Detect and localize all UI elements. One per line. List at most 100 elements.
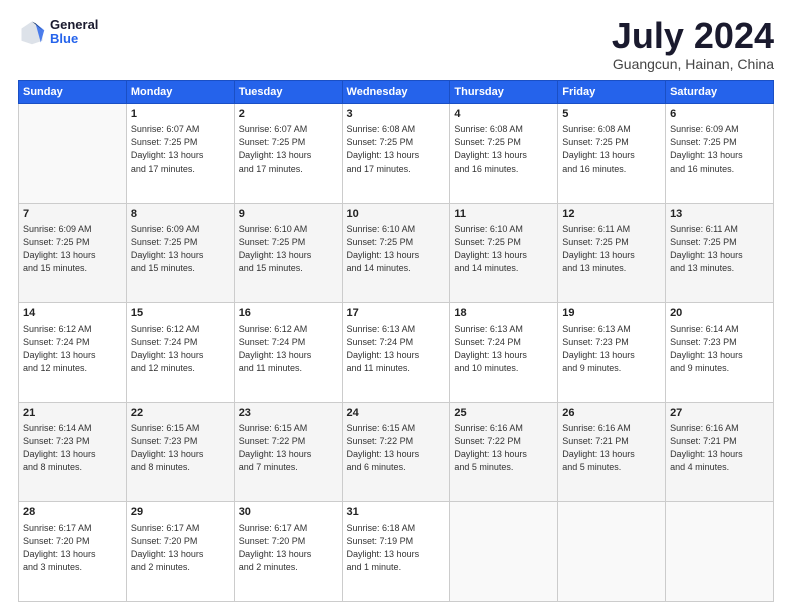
day-number: 7 [23, 207, 122, 222]
week-row-2: 7Sunrise: 6:09 AM Sunset: 7:25 PM Daylig… [19, 203, 774, 303]
day-info: Sunrise: 6:12 AM Sunset: 7:24 PM Dayligh… [131, 323, 230, 375]
day-number: 29 [131, 505, 230, 520]
calendar-body: 1Sunrise: 6:07 AM Sunset: 7:25 PM Daylig… [19, 104, 774, 602]
day-info: Sunrise: 6:08 AM Sunset: 7:25 PM Dayligh… [562, 123, 661, 175]
day-info: Sunrise: 6:16 AM Sunset: 7:21 PM Dayligh… [562, 422, 661, 474]
day-number: 28 [23, 505, 122, 520]
day-info: Sunrise: 6:10 AM Sunset: 7:25 PM Dayligh… [347, 223, 446, 275]
day-info: Sunrise: 6:11 AM Sunset: 7:25 PM Dayligh… [562, 223, 661, 275]
day-number: 3 [347, 107, 446, 122]
day-info: Sunrise: 6:11 AM Sunset: 7:25 PM Dayligh… [670, 223, 769, 275]
logo-icon [18, 18, 46, 46]
day-info: Sunrise: 6:08 AM Sunset: 7:25 PM Dayligh… [454, 123, 553, 175]
day-cell: 9Sunrise: 6:10 AM Sunset: 7:25 PM Daylig… [234, 203, 342, 303]
day-info: Sunrise: 6:13 AM Sunset: 7:23 PM Dayligh… [562, 323, 661, 375]
day-cell: 26Sunrise: 6:16 AM Sunset: 7:21 PM Dayli… [558, 402, 666, 502]
day-cell: 23Sunrise: 6:15 AM Sunset: 7:22 PM Dayli… [234, 402, 342, 502]
day-number: 27 [670, 406, 769, 421]
day-info: Sunrise: 6:17 AM Sunset: 7:20 PM Dayligh… [239, 522, 338, 574]
day-info: Sunrise: 6:14 AM Sunset: 7:23 PM Dayligh… [670, 323, 769, 375]
day-number: 31 [347, 505, 446, 520]
day-cell: 5Sunrise: 6:08 AM Sunset: 7:25 PM Daylig… [558, 104, 666, 204]
day-cell: 10Sunrise: 6:10 AM Sunset: 7:25 PM Dayli… [342, 203, 450, 303]
title-block: July 2024 Guangcun, Hainan, China [612, 18, 774, 72]
day-info: Sunrise: 6:17 AM Sunset: 7:20 PM Dayligh… [23, 522, 122, 574]
day-cell [450, 502, 558, 602]
day-number: 12 [562, 207, 661, 222]
day-info: Sunrise: 6:10 AM Sunset: 7:25 PM Dayligh… [239, 223, 338, 275]
day-cell: 20 Sunrise: 6:14 AM Sunset: 7:23 PM Dayli… [666, 303, 774, 403]
day-cell: 30Sunrise: 6:17 AM Sunset: 7:20 PM Dayli… [234, 502, 342, 602]
day-number: 14 [23, 306, 122, 321]
day-info: Sunrise: 6:08 AM Sunset: 7:25 PM Dayligh… [347, 123, 446, 175]
day-cell: 27Sunrise: 6:16 AM Sunset: 7:21 PM Dayli… [666, 402, 774, 502]
day-cell: 13Sunrise: 6:11 AM Sunset: 7:25 PM Dayli… [666, 203, 774, 303]
day-number: 6 [670, 107, 769, 122]
calendar-table: Sunday Monday Tuesday Wednesday Thursday… [18, 80, 774, 602]
day-number: 4 [454, 107, 553, 122]
day-info: Sunrise: 6:12 AM Sunset: 7:24 PM Dayligh… [23, 323, 122, 375]
day-number: 21 [23, 406, 122, 421]
day-info: Sunrise: 6:14 AM Sunset: 7:23 PM Dayligh… [23, 422, 122, 474]
header-row: Sunday Monday Tuesday Wednesday Thursday… [19, 81, 774, 104]
col-tuesday: Tuesday [234, 81, 342, 104]
day-cell: 4Sunrise: 6:08 AM Sunset: 7:25 PM Daylig… [450, 104, 558, 204]
day-cell: 1Sunrise: 6:07 AM Sunset: 7:25 PM Daylig… [126, 104, 234, 204]
day-cell: 12Sunrise: 6:11 AM Sunset: 7:25 PM Dayli… [558, 203, 666, 303]
day-cell: 18 Sunrise: 6:13 AM Sunset: 7:24 PM Dayli… [450, 303, 558, 403]
day-info: Sunrise: 6:07 AM Sunset: 7:25 PM Dayligh… [131, 123, 230, 175]
col-friday: Friday [558, 81, 666, 104]
day-cell [558, 502, 666, 602]
day-info: Sunrise: 6:09 AM Sunset: 7:25 PM Dayligh… [23, 223, 122, 275]
month-title: July 2024 [612, 18, 774, 54]
day-cell: 25Sunrise: 6:16 AM Sunset: 7:22 PM Dayli… [450, 402, 558, 502]
col-wednesday: Wednesday [342, 81, 450, 104]
day-info: Sunrise: 6:15 AM Sunset: 7:22 PM Dayligh… [239, 422, 338, 474]
day-info: Sunrise: 6:16 AM Sunset: 7:22 PM Dayligh… [454, 422, 553, 474]
day-info: Sunrise: 6:07 AM Sunset: 7:25 PM Dayligh… [239, 123, 338, 175]
day-number: 1 [131, 107, 230, 122]
week-row-5: 28 Sunrise: 6:17 AM Sunset: 7:20 PM Dayli… [19, 502, 774, 602]
day-number: 13 [670, 207, 769, 222]
day-cell: 29 Sunrise: 6:17 AM Sunset: 7:20 PM Dayli… [126, 502, 234, 602]
day-cell: 16Sunrise: 6:12 AM Sunset: 7:24 PM Dayli… [234, 303, 342, 403]
day-cell [19, 104, 127, 204]
day-number: 5 [562, 107, 661, 122]
day-number: 22 [131, 406, 230, 421]
day-cell: 21Sunrise: 6:14 AM Sunset: 7:23 PM Dayli… [19, 402, 127, 502]
location: Guangcun, Hainan, China [612, 56, 774, 72]
day-cell: 6Sunrise: 6:09 AM Sunset: 7:25 PM Daylig… [666, 104, 774, 204]
day-cell: 24Sunrise: 6:15 AM Sunset: 7:22 PM Dayli… [342, 402, 450, 502]
day-number: 25 [454, 406, 553, 421]
day-number: 26 [562, 406, 661, 421]
day-number: 20 [670, 306, 769, 321]
logo-text: General Blue [50, 18, 98, 47]
week-row-3: 14 Sunrise: 6:12 AM Sunset: 7:24 PM Dayli… [19, 303, 774, 403]
calendar-header: Sunday Monday Tuesday Wednesday Thursday… [19, 81, 774, 104]
day-number: 10 [347, 207, 446, 222]
day-cell: 31 Sunrise: 6:18 AM Sunset: 7:19 PM Dayli… [342, 502, 450, 602]
day-number: 8 [131, 207, 230, 222]
day-info: Sunrise: 6:15 AM Sunset: 7:23 PM Dayligh… [131, 422, 230, 474]
day-cell: 14 Sunrise: 6:12 AM Sunset: 7:24 PM Dayli… [19, 303, 127, 403]
day-info: Sunrise: 6:17 AM Sunset: 7:20 PM Dayligh… [131, 522, 230, 574]
day-cell: 3Sunrise: 6:08 AM Sunset: 7:25 PM Daylig… [342, 104, 450, 204]
header: General Blue July 2024 Guangcun, Hainan,… [18, 18, 774, 72]
day-number: 17 [347, 306, 446, 321]
day-number: 2 [239, 107, 338, 122]
day-cell: 22Sunrise: 6:15 AM Sunset: 7:23 PM Dayli… [126, 402, 234, 502]
day-info: Sunrise: 6:18 AM Sunset: 7:19 PM Dayligh… [347, 522, 446, 574]
day-number: 18 [454, 306, 553, 321]
col-saturday: Saturday [666, 81, 774, 104]
day-info: Sunrise: 6:13 AM Sunset: 7:24 PM Dayligh… [454, 323, 553, 375]
page: General Blue July 2024 Guangcun, Hainan,… [0, 0, 792, 612]
week-row-4: 21Sunrise: 6:14 AM Sunset: 7:23 PM Dayli… [19, 402, 774, 502]
week-row-1: 1Sunrise: 6:07 AM Sunset: 7:25 PM Daylig… [19, 104, 774, 204]
day-cell: 11Sunrise: 6:10 AM Sunset: 7:25 PM Dayli… [450, 203, 558, 303]
day-cell: 19Sunrise: 6:13 AM Sunset: 7:23 PM Dayli… [558, 303, 666, 403]
day-number: 15 [131, 306, 230, 321]
col-sunday: Sunday [19, 81, 127, 104]
day-number: 16 [239, 306, 338, 321]
day-info: Sunrise: 6:13 AM Sunset: 7:24 PM Dayligh… [347, 323, 446, 375]
day-number: 24 [347, 406, 446, 421]
